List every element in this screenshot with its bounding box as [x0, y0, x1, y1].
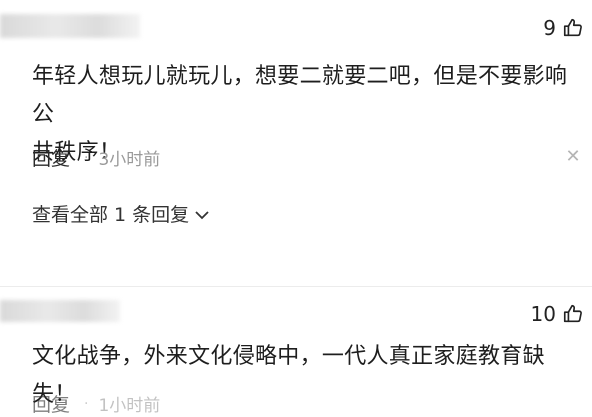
separator-dot: · [84, 395, 89, 412]
comment-meta: 回复 · 3小时前 [32, 144, 160, 171]
blurred-username [0, 14, 140, 38]
like-count: 9 [543, 16, 556, 40]
comment-item: 9 年轻人想玩儿就玩儿，想要二就要二吧，但是不要影响公 共秩序！ 回复 · 3小… [0, 0, 592, 290]
comment-item: 10 文化战争，外来文化侵略中，一代人真正家庭教育缺失！ 回复 · 1小时前 [0, 290, 592, 416]
comment-meta: 回复 · 1小时前 [32, 390, 160, 417]
like-count: 10 [530, 302, 556, 326]
comment-text-line: 年轻人想玩儿就玩儿，想要二就要二吧，但是不要影响公 [32, 64, 568, 127]
thumbs-up-icon [563, 18, 582, 37]
thumbs-up-icon [563, 304, 582, 323]
like-button[interactable]: 9 [543, 16, 584, 40]
divider [0, 286, 592, 287]
reply-button[interactable]: 回复 [32, 390, 70, 417]
reply-button[interactable]: 回复 [32, 144, 70, 171]
close-icon[interactable]: ✕ [564, 148, 582, 166]
separator-dot: · [84, 149, 89, 166]
chevron-down-icon [195, 205, 209, 224]
blurred-username [0, 300, 120, 322]
expand-replies-label: 查看全部 1 条回复 [32, 204, 190, 226]
comment-time: 1小时前 [98, 396, 161, 416]
like-button[interactable]: 10 [531, 302, 584, 326]
comment-time: 3小时前 [98, 150, 161, 170]
expand-replies-button[interactable]: 查看全部 1 条回复 [32, 200, 209, 227]
